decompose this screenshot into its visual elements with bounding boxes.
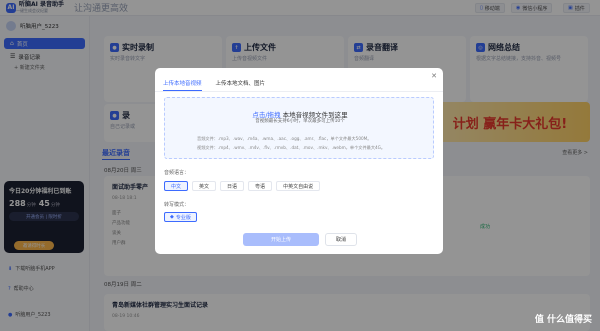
upload-modal: ✕ 上传本地音视频 上传本地文档、图片 点击/拖拽 本地音视频文件到这里 音视频… xyxy=(155,68,443,254)
mode-professional[interactable]: ◆ 专业版 xyxy=(164,212,197,222)
lang-english[interactable]: 英文 xyxy=(192,181,217,191)
cancel-button[interactable]: 取消 xyxy=(325,233,357,246)
dropzone-subtitle: 音视频最长支持6小时，单次最多可上传10个 xyxy=(255,119,345,124)
lang-cantonese[interactable]: 粤语 xyxy=(248,181,273,191)
video-formats: 视频文件：.mp4、.wmv、.m4v、.flv、.rmvb、.dat、.mov… xyxy=(197,145,386,150)
pro-icon: ◆ xyxy=(170,214,174,220)
mode-label: 转写模式： xyxy=(164,202,190,208)
close-icon[interactable]: ✕ xyxy=(431,72,437,80)
language-label: 音频语言： xyxy=(164,170,190,176)
audio-formats: 音频文件：.mp3、.wav、.m4a、.wma、.aac、.ogg、.amr、… xyxy=(197,136,372,141)
upload-tabs: 上传本地音视频 上传本地文档、图片 xyxy=(163,79,279,91)
upload-dropzone[interactable]: 点击/拖拽 本地音视频文件到这里 音视频最长支持6小时，单次最多可上传10个 音… xyxy=(164,97,434,159)
lang-mixed[interactable]: 中英文自由说 xyxy=(276,181,321,191)
lang-japanese[interactable]: 日语 xyxy=(220,181,245,191)
watermark: 值 什么值得买 xyxy=(534,315,592,325)
start-upload-button[interactable]: 开始上传 xyxy=(243,233,319,246)
tabs-divider xyxy=(155,91,443,92)
tab-local-docs[interactable]: 上传本地文档、图片 xyxy=(216,79,266,91)
language-options: 中文 英文 日语 粤语 中英文自由说 xyxy=(164,181,324,191)
lang-chinese[interactable]: 中文 xyxy=(164,181,189,191)
tab-local-media[interactable]: 上传本地音视频 xyxy=(163,79,202,91)
